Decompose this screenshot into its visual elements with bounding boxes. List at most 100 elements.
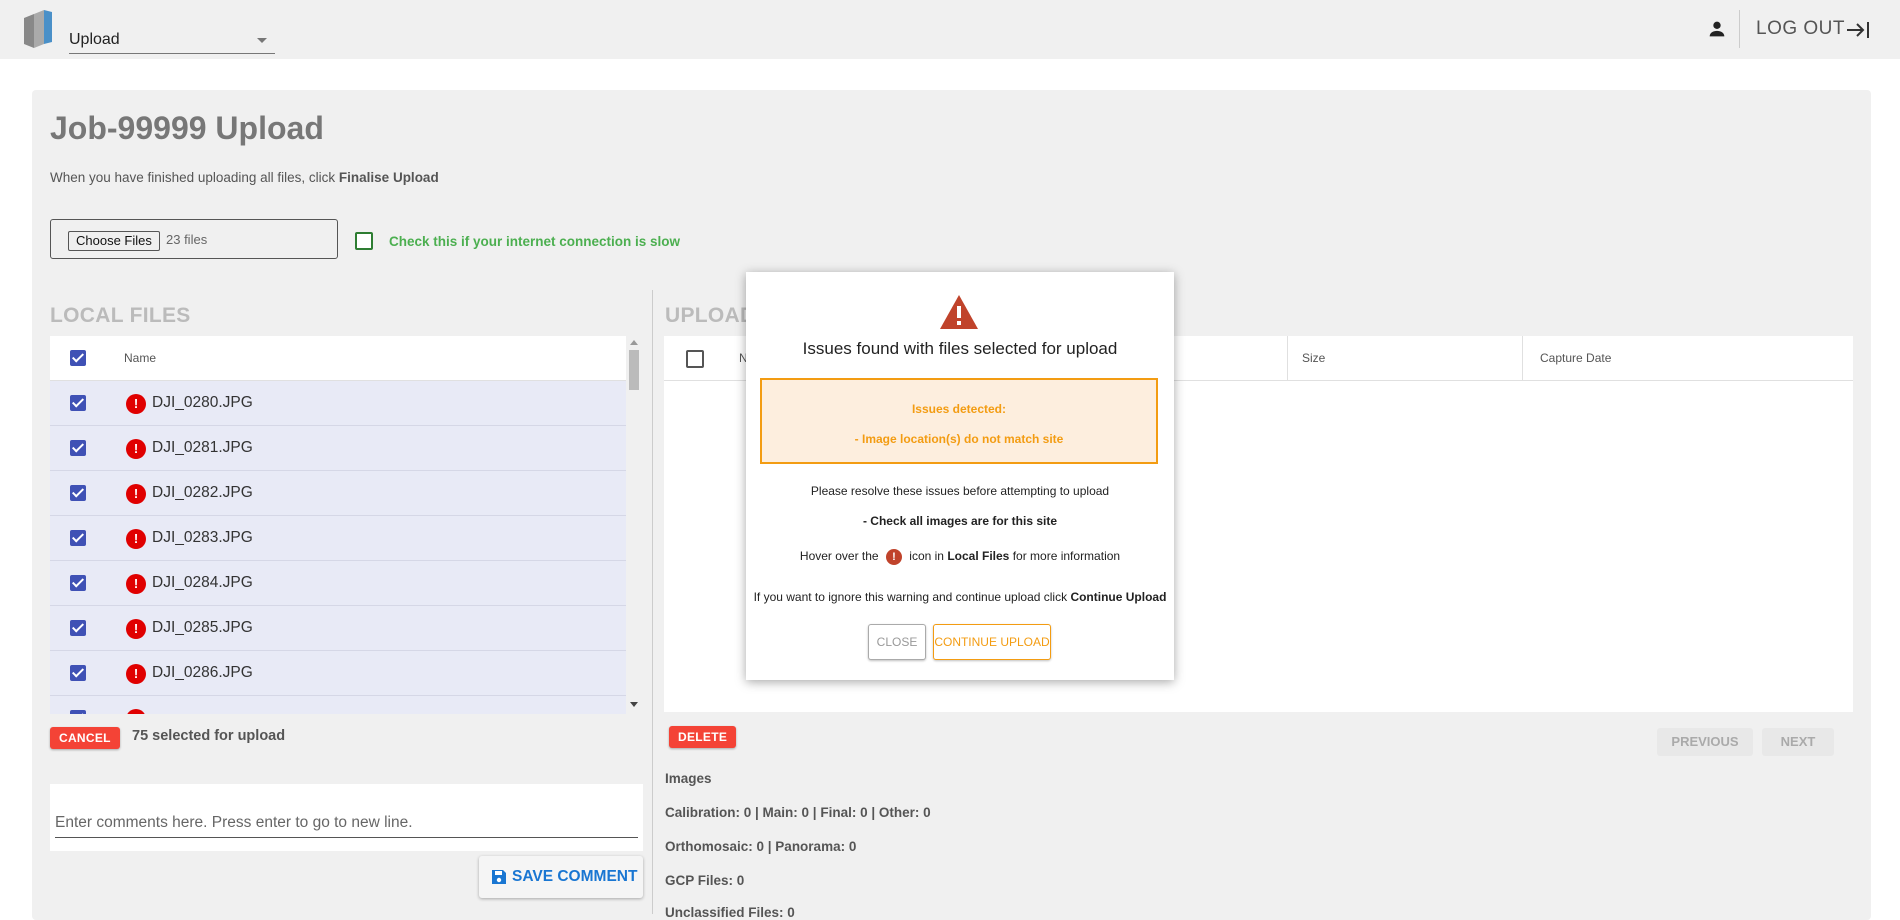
select-all-checkbox[interactable] — [70, 350, 86, 366]
comment-field[interactable]: Enter comments here. Press enter to go t… — [50, 784, 643, 851]
error-icon[interactable]: ! — [126, 709, 146, 714]
file-input[interactable]: Choose Files 23 files — [50, 219, 338, 259]
error-icon[interactable]: ! — [126, 394, 146, 414]
comment-underline — [55, 837, 638, 838]
file-name: DJI_0282.JPG — [152, 484, 253, 501]
hover-suffix: for more information — [1012, 549, 1121, 564]
header-divider — [1739, 10, 1740, 48]
row-checkbox[interactable] — [70, 530, 86, 546]
panel-divider — [652, 290, 653, 914]
error-icon[interactable]: ! — [126, 484, 146, 504]
upload-select-all-checkbox[interactable] — [686, 350, 704, 368]
local-files-table: Name ! DJI_0280.JPG! DJI_0281.JPG! DJI_0282… — [50, 336, 626, 714]
hover-prefix: Hover over the — [799, 549, 879, 564]
scroll-thumb[interactable] — [629, 350, 639, 390]
save-comment-label: SAVE COMMENT — [512, 868, 638, 885]
table-row[interactable]: ! DJI_0285.JPG — [50, 606, 626, 651]
error-icon[interactable]: ! — [126, 529, 146, 549]
instructions-prefix: When you have finished uploading all fil… — [50, 170, 339, 185]
scroll-down-icon[interactable] — [630, 702, 638, 707]
name-column-header[interactable]: Name — [124, 351, 156, 365]
size-column-header[interactable]: Size — [1302, 351, 1325, 365]
page-select-value: Upload — [69, 31, 120, 48]
page-title: Job-99999 Upload — [50, 110, 324, 146]
file-name: DJI_0281.JPG — [152, 439, 253, 456]
table-header: Name — [50, 336, 626, 381]
ignore-warning-text: If you want to ignore this warning and c… — [746, 590, 1174, 604]
dialog-title: Issues found with files selected for upl… — [802, 339, 1118, 358]
chevron-down-icon — [257, 38, 267, 43]
issues-dialog: Issues found with files selected for upl… — [746, 272, 1174, 680]
files-count: 23 files — [166, 232, 208, 247]
local-files-scrollbar[interactable] — [627, 336, 641, 714]
local-files-heading: LOCAL FILES — [50, 304, 191, 327]
ignore-bold: Continue Upload — [1070, 590, 1167, 604]
file-name: DJI_0285.JPG — [152, 619, 253, 636]
file-name: DJI_0283.JPG — [152, 529, 253, 546]
upload-heading: UPLOAD — [665, 304, 756, 327]
warning-icon — [940, 295, 978, 329]
row-checkbox[interactable] — [70, 620, 86, 636]
row-checkbox[interactable] — [70, 710, 86, 714]
next-button[interactable]: NEXT — [1762, 728, 1834, 756]
error-icon: ! — [885, 549, 902, 565]
instructions-text: When you have finished uploading all fil… — [50, 170, 439, 185]
column-separator — [1287, 336, 1288, 380]
table-row[interactable]: ! DJI_0284.JPG — [50, 561, 626, 606]
continue-upload-button[interactable]: CONTINUE UPLOAD — [933, 624, 1051, 660]
table-row[interactable]: ! DJI_0280.JPG — [50, 381, 626, 426]
row-checkbox[interactable] — [70, 440, 86, 456]
hover-hint-text: Hover over the ! icon in Local Files for… — [746, 549, 1174, 565]
logout-button[interactable]: LOG OUT — [1756, 18, 1845, 40]
check-images-text: - Check all images are for this site — [862, 514, 1058, 528]
close-button[interactable]: CLOSE — [868, 624, 926, 660]
table-row[interactable]: ! DJI_0282.JPG — [50, 471, 626, 516]
selected-count-text: 75 selected for upload — [132, 728, 286, 744]
comment-placeholder: Enter comments here. Press enter to go t… — [55, 814, 413, 831]
error-icon[interactable]: ! — [126, 439, 146, 459]
slow-connection-label[interactable]: Check this if your internet connection i… — [389, 234, 680, 249]
table-row[interactable]: ! — [50, 696, 626, 714]
choose-files-button[interactable]: Choose Files — [68, 231, 160, 251]
hover-mid: icon in — [909, 549, 944, 564]
ignore-prefix: If you want to ignore this warning and c… — [753, 590, 1068, 604]
top-bar: Upload LOG OUT — [0, 0, 1900, 59]
instructions-bold: Finalise Upload — [338, 170, 439, 185]
resolve-text: Please resolve these issues before attem… — [810, 484, 1110, 498]
unclassified-file-count: Unclassified Files: 0 — [665, 905, 795, 920]
column-separator — [1522, 336, 1523, 380]
app-logo-icon[interactable] — [22, 8, 54, 50]
user-icon[interactable] — [1706, 18, 1728, 40]
issues-detected-box: Issues detected: - Image location(s) do … — [760, 378, 1158, 464]
row-checkbox[interactable] — [70, 575, 86, 591]
capture-date-column-header[interactable]: Capture Date — [1540, 351, 1611, 365]
slow-connection-checkbox[interactable] — [355, 232, 373, 250]
gcp-file-count: GCP Files: 0 — [665, 873, 745, 888]
delete-button[interactable]: DELETE — [669, 726, 737, 748]
table-row[interactable]: ! DJI_0281.JPG — [50, 426, 626, 471]
row-checkbox[interactable] — [70, 665, 86, 681]
save-icon — [492, 870, 506, 884]
file-name: DJI_0284.JPG — [152, 574, 253, 591]
file-name: DJI_0286.JPG — [152, 664, 253, 681]
issues-heading: Issues detected: — [911, 402, 1007, 416]
image-category-counts: Calibration: 0 | Main: 0 | Final: 0 | Ot… — [665, 805, 931, 820]
row-checkbox[interactable] — [70, 395, 86, 411]
previous-button[interactable]: PREVIOUS — [1657, 728, 1753, 756]
scroll-up-icon[interactable] — [630, 340, 638, 345]
ortho-panorama-counts: Orthomosaic: 0 | Panorama: 0 — [665, 839, 857, 854]
images-heading: Images — [665, 771, 712, 786]
table-row[interactable]: ! DJI_0286.JPG — [50, 651, 626, 696]
error-icon[interactable]: ! — [126, 664, 146, 684]
file-name: DJI_0280.JPG — [152, 394, 253, 411]
error-icon[interactable]: ! — [126, 619, 146, 639]
logout-arrow-icon[interactable] — [1846, 20, 1870, 40]
table-row[interactable]: ! DJI_0283.JPG — [50, 516, 626, 561]
error-icon[interactable]: ! — [126, 574, 146, 594]
issue-item: - Image location(s) do not match site — [854, 432, 1064, 446]
page-select[interactable]: Upload — [69, 28, 275, 54]
row-checkbox[interactable] — [70, 485, 86, 501]
save-comment-button[interactable]: SAVE COMMENT — [479, 856, 643, 898]
cancel-button[interactable]: CANCEL — [50, 727, 120, 749]
hover-bold: Local Files — [947, 549, 1010, 564]
